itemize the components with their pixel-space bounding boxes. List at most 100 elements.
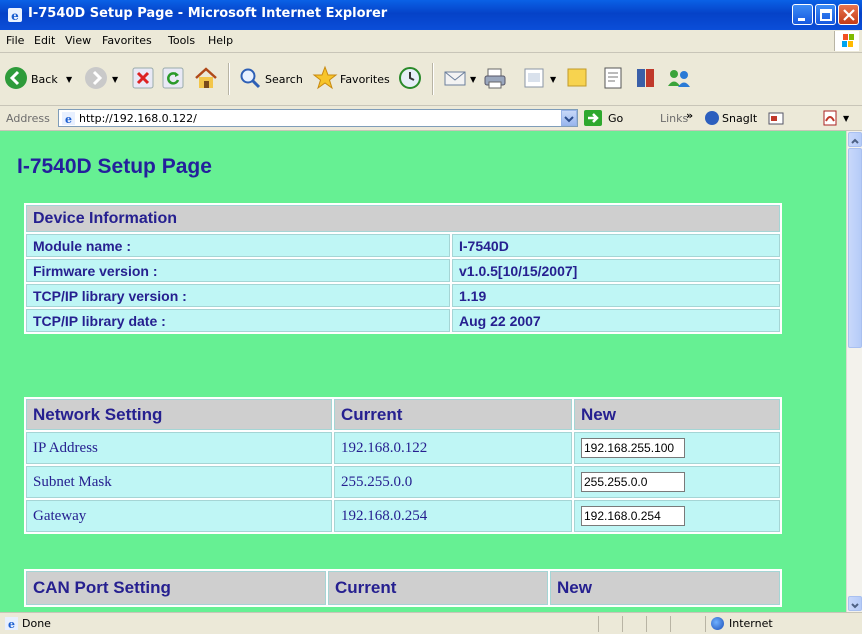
table-row: IP Address 192.168.0.122 — [26, 432, 780, 464]
messenger-people-icon[interactable] — [665, 66, 693, 98]
pdf-dropdown-icon[interactable]: ▼ — [843, 114, 849, 123]
close-button[interactable] — [838, 4, 859, 25]
current-header: Current — [328, 571, 548, 605]
favorites-star-icon[interactable] — [312, 65, 338, 97]
forward-dropdown-icon[interactable]: ▼ — [112, 75, 118, 84]
pdf-icon[interactable] — [822, 110, 838, 126]
title-bar: e I-7540D Setup Page - Microsoft Interne… — [0, 0, 862, 30]
chevron-up-icon — [851, 138, 859, 144]
current-value: 192.168.0.254 — [334, 500, 572, 532]
window-title: I-7540D Setup Page - Microsoft Internet … — [28, 6, 388, 21]
address-label: Address — [6, 112, 50, 125]
print-icon[interactable] — [482, 66, 508, 98]
scroll-down-button[interactable] — [848, 596, 862, 611]
snagit-button[interactable]: SnagIt — [722, 112, 757, 125]
ie-icon: e — [8, 8, 22, 23]
info-value: v1.0.5[10/15/2007] — [452, 259, 780, 282]
menu-tools[interactable]: Tools — [168, 34, 195, 47]
favorites-label[interactable]: Favorites — [340, 73, 390, 86]
home-icon[interactable] — [193, 65, 219, 97]
close-icon — [843, 9, 855, 21]
page-icon: e — [62, 112, 75, 125]
history-icon[interactable] — [398, 66, 422, 98]
menu-view[interactable]: View — [65, 34, 91, 47]
status-divider — [646, 616, 647, 632]
go-button[interactable]: Go — [608, 112, 623, 125]
new-header: New — [574, 399, 780, 430]
search-label[interactable]: Search — [265, 73, 303, 86]
maximize-button[interactable] — [815, 4, 836, 25]
toolbar: Back ▼ ▼ Search Favorites ▼ ▼ — [0, 53, 862, 106]
mail-dropdown-icon[interactable]: ▼ — [470, 75, 476, 84]
minimize-button[interactable] — [792, 4, 813, 25]
internet-globe-icon — [711, 617, 724, 630]
menu-file[interactable]: File — [6, 34, 24, 47]
network-setting-table: Network Setting Current New IP Address 1… — [24, 397, 782, 534]
menu-help[interactable]: Help — [208, 34, 233, 47]
research-icon[interactable] — [603, 66, 623, 98]
address-dropdown-icon[interactable] — [561, 110, 577, 126]
status-divider — [705, 616, 706, 632]
info-value: 1.19 — [452, 284, 780, 307]
toolbar-separator — [432, 63, 434, 95]
info-label: Firmware version : — [26, 259, 450, 282]
security-zone-label: Internet — [729, 617, 773, 630]
info-value: Aug 22 2007 — [452, 309, 780, 332]
menu-bar: File Edit View Favorites Tools Help — [0, 30, 862, 53]
table-row: Firmware version : v1.0.5[10/15/2007] — [26, 259, 780, 282]
links-chevron-icon[interactable]: » — [686, 109, 693, 122]
messenger-book-icon[interactable] — [634, 66, 658, 98]
new-value-cell — [574, 500, 780, 532]
scroll-thumb[interactable] — [848, 148, 862, 348]
info-value: I-7540D — [452, 234, 780, 257]
maximize-icon — [820, 9, 832, 21]
subnet-mask-input[interactable] — [581, 472, 685, 492]
gateway-input[interactable] — [581, 506, 685, 526]
current-value: 255.255.0.0 — [334, 466, 572, 498]
status-divider — [598, 616, 599, 632]
page-title: I-7540D Setup Page — [17, 155, 212, 178]
stop-icon[interactable] — [132, 67, 154, 99]
edit-dropdown-icon[interactable]: ▼ — [550, 75, 556, 84]
snagit-icon[interactable] — [705, 111, 719, 125]
vertical-scrollbar[interactable] — [846, 131, 862, 612]
minimize-icon — [798, 18, 805, 21]
back-icon[interactable] — [4, 66, 28, 98]
go-arrow-icon[interactable] — [584, 110, 602, 126]
mail-icon[interactable] — [443, 67, 469, 99]
setting-label: Gateway — [26, 500, 332, 532]
address-field[interactable]: e — [58, 109, 578, 127]
refresh-icon[interactable] — [162, 67, 184, 99]
setting-label: Subnet Mask — [26, 466, 332, 498]
setting-label: IP Address — [26, 432, 332, 464]
discuss-icon[interactable] — [566, 67, 588, 99]
table-row: TCP/IP library date : Aug 22 2007 — [26, 309, 780, 332]
forward-icon[interactable] — [84, 66, 108, 98]
address-bar: Address e Go Links » SnagIt ▼ — [0, 106, 862, 131]
scroll-up-button[interactable] — [848, 132, 862, 147]
page-viewport: I-7540D Setup Page Device Information Mo… — [0, 131, 846, 612]
svg-text:e: e — [11, 9, 19, 23]
current-header: Current — [334, 399, 572, 430]
menu-favorites[interactable]: Favorites — [102, 34, 152, 47]
links-label[interactable]: Links — [660, 112, 688, 125]
table-row: Module name : I-7540D — [26, 234, 780, 257]
table-row: Subnet Mask 255.255.0.0 — [26, 466, 780, 498]
ip-address-input[interactable] — [581, 438, 685, 458]
snagit-capture-icon[interactable] — [768, 111, 784, 125]
info-label: TCP/IP library version : — [26, 284, 450, 307]
back-dropdown-icon[interactable]: ▼ — [66, 75, 72, 84]
address-input[interactable] — [79, 111, 549, 125]
windows-logo-icon — [834, 31, 859, 51]
device-info-header: Device Information — [26, 205, 780, 232]
menu-edit[interactable]: Edit — [34, 34, 55, 47]
status-text: Done — [22, 617, 51, 630]
status-divider — [670, 616, 671, 632]
search-icon[interactable] — [238, 66, 262, 98]
edit-icon[interactable] — [523, 67, 545, 99]
back-label[interactable]: Back — [31, 73, 58, 86]
info-label: TCP/IP library date : — [26, 309, 450, 332]
toolbar-separator — [228, 63, 230, 95]
page-done-icon: e — [5, 617, 18, 630]
chevron-down-icon — [851, 603, 859, 609]
